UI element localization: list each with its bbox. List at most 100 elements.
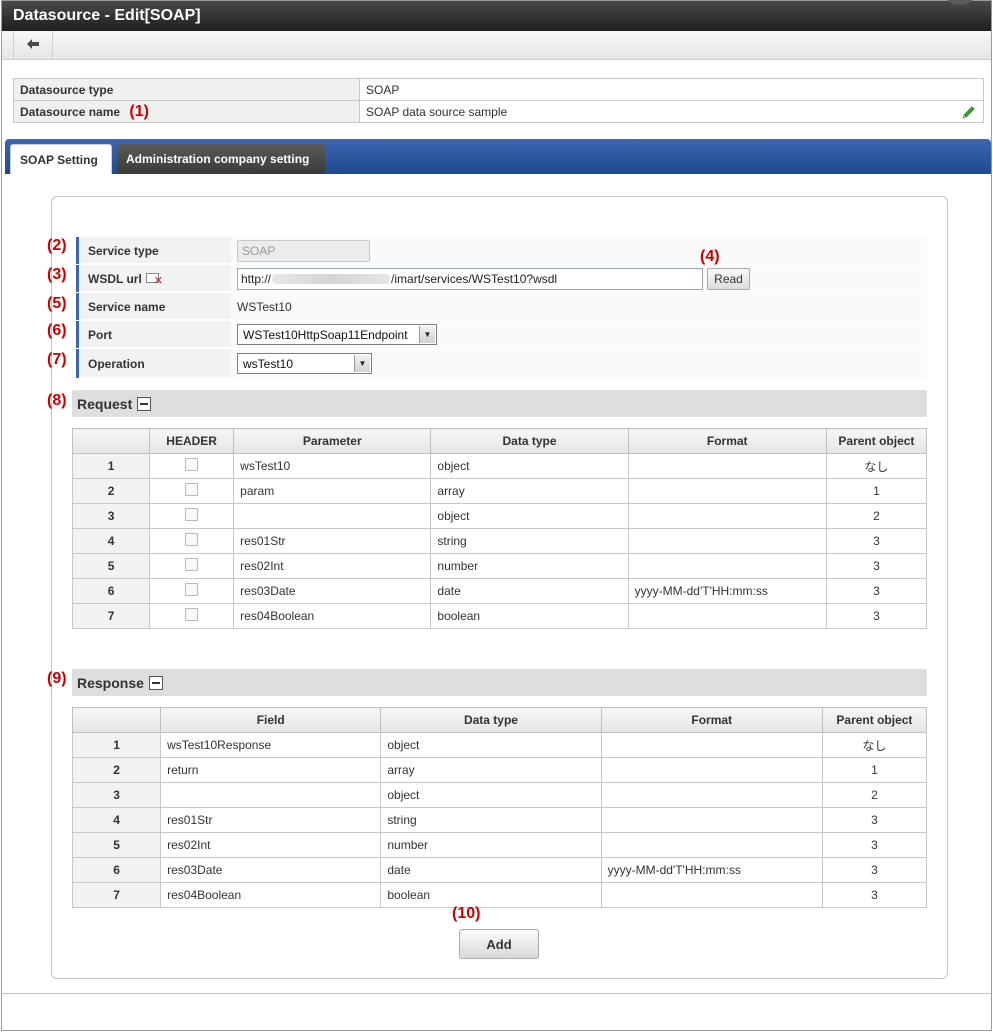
- format-cell: [600, 782, 823, 808]
- field-cell: res01Str: [160, 807, 382, 833]
- annotation-3: (3): [47, 266, 67, 283]
- row-index: 5: [71, 832, 162, 858]
- tab-administration-company-setting[interactable]: Administration company setting: [117, 144, 325, 174]
- service-type-value-cell: SOAP: [231, 237, 927, 264]
- header-checkbox[interactable]: [185, 583, 199, 596]
- port-value-cell: WSTest10HttpSoap11Endpoint ▼: [231, 321, 927, 348]
- row-index: 1: [71, 453, 151, 479]
- parameter-cell: [233, 503, 432, 529]
- row-index: 6: [71, 857, 162, 883]
- parent-cell: 3: [825, 603, 928, 629]
- response-col-parent: Parent object: [821, 707, 928, 733]
- table-row: 6 res03Date date yyyy-MM-dd'T'HH:mm:ss 3: [71, 857, 928, 883]
- request-col-index: [71, 428, 151, 454]
- parent-cell: 1: [825, 478, 928, 504]
- format-cell: [600, 832, 823, 858]
- operation-select[interactable]: wsTest10 ▼: [237, 353, 372, 374]
- format-cell: [627, 528, 827, 554]
- response-header-row: Field Data type Format Parent object: [71, 707, 928, 733]
- response-section-header: Response: [72, 669, 927, 696]
- footer-divider: [2, 993, 991, 994]
- row-index: 7: [71, 603, 151, 629]
- field-cell: res04Boolean: [160, 882, 382, 908]
- header-cell: [149, 528, 235, 554]
- header-cell: [149, 503, 235, 529]
- clear-url-icon[interactable]: ✕: [145, 272, 163, 286]
- parent-cell: 3: [821, 832, 928, 858]
- operation-select-value: wsTest10: [243, 356, 294, 371]
- row-index: 6: [71, 578, 151, 604]
- datasource-type-label: Datasource type: [13, 78, 360, 101]
- service-type-label: Service type: [76, 237, 230, 264]
- tab-bar: SOAP Setting Administration company sett…: [5, 139, 991, 174]
- header-checkbox[interactable]: [185, 533, 199, 546]
- header-checkbox[interactable]: [185, 458, 199, 471]
- toolbar: [2, 31, 991, 60]
- table-row: 3 object 2: [71, 503, 928, 529]
- redacted-host: [272, 274, 391, 285]
- header-cell: [149, 578, 235, 604]
- wsdl-url-label-cell: WSDL url ✕: [76, 265, 230, 292]
- parameter-cell: wsTest10: [233, 453, 432, 479]
- header-checkbox[interactable]: [185, 483, 199, 496]
- collapse-request-icon[interactable]: [137, 396, 152, 411]
- datatype-cell: object: [380, 732, 602, 758]
- parent-cell: 3: [825, 578, 928, 604]
- service-name-value: WSTest10: [231, 293, 927, 320]
- header-checkbox[interactable]: [185, 608, 199, 621]
- row-index: 1: [71, 732, 162, 758]
- collapse-response-icon[interactable]: [148, 675, 163, 690]
- response-col-index: [71, 707, 162, 733]
- parameter-cell: res02Int: [233, 553, 432, 579]
- chevron-down-icon: ▼: [354, 355, 370, 372]
- wsdl-url-suffix: /imart/services/WSTest10?wsdl: [391, 271, 558, 286]
- datasource-info-table: Datasource type SOAP Datasource name (1)…: [13, 78, 984, 123]
- field-cell: res02Int: [160, 832, 382, 858]
- parameter-cell: param: [233, 478, 432, 504]
- request-col-header: HEADER: [149, 428, 235, 454]
- row-index: 4: [71, 807, 162, 833]
- response-col-datatype: Data type: [380, 707, 602, 733]
- pencil-icon[interactable]: [961, 104, 977, 120]
- datatype-cell: object: [430, 453, 629, 479]
- request-header-row: HEADER Parameter Data type Format Parent…: [71, 428, 928, 454]
- format-cell: yyyy-MM-dd'T'HH:mm:ss: [600, 857, 823, 883]
- datatype-cell: number: [430, 553, 629, 579]
- annotation-9: (9): [47, 670, 67, 687]
- back-button[interactable]: [13, 31, 53, 59]
- datatype-cell: array: [380, 757, 602, 783]
- datasource-type-value: SOAP: [359, 78, 984, 101]
- port-select[interactable]: WSTest10HttpSoap11Endpoint ▼: [237, 324, 437, 345]
- table-row: 5 res02Int number 3: [71, 832, 928, 858]
- format-cell: yyyy-MM-dd'T'HH:mm:ss: [627, 578, 827, 604]
- request-col-parameter: Parameter: [233, 428, 432, 454]
- wsdl-url-row: WSDL url ✕ http:// /imart/services/WSTest…: [76, 265, 927, 292]
- annotation-4: (4): [700, 248, 720, 265]
- datatype-cell: string: [430, 528, 629, 554]
- back-arrow-icon: [26, 37, 40, 54]
- wsdl-url-input[interactable]: http:// /imart/services/WSTest10?wsdl: [237, 267, 703, 290]
- service-type-input: SOAP: [237, 239, 370, 262]
- table-row: 7 res04Boolean boolean 3: [71, 882, 928, 908]
- port-row: Port WSTest10HttpSoap11Endpoint ▼: [76, 321, 927, 348]
- tab-soap-setting[interactable]: SOAP Setting: [10, 144, 112, 174]
- annotation-1: (1): [129, 102, 149, 120]
- datatype-cell: date: [430, 578, 629, 604]
- add-button[interactable]: Add: [459, 929, 539, 959]
- datasource-name-label-cell: Datasource name (1): [13, 100, 360, 123]
- wsdl-url-prefix: http://: [241, 271, 272, 286]
- header-checkbox[interactable]: [185, 558, 199, 571]
- operation-row: Operation wsTest10 ▼: [76, 349, 927, 378]
- header-cell: [149, 453, 235, 479]
- response-title: Response: [77, 674, 144, 691]
- request-title: Request: [77, 395, 133, 412]
- parameter-cell: res03Date: [233, 578, 432, 604]
- format-cell: [600, 882, 823, 908]
- datatype-cell: boolean: [380, 882, 602, 908]
- response-col-field: Field: [160, 707, 382, 733]
- annotation-10: (10): [452, 905, 481, 922]
- row-index: 7: [71, 882, 162, 908]
- read-button[interactable]: Read: [707, 267, 750, 290]
- header-checkbox[interactable]: [185, 508, 199, 521]
- port-label: Port: [76, 321, 230, 348]
